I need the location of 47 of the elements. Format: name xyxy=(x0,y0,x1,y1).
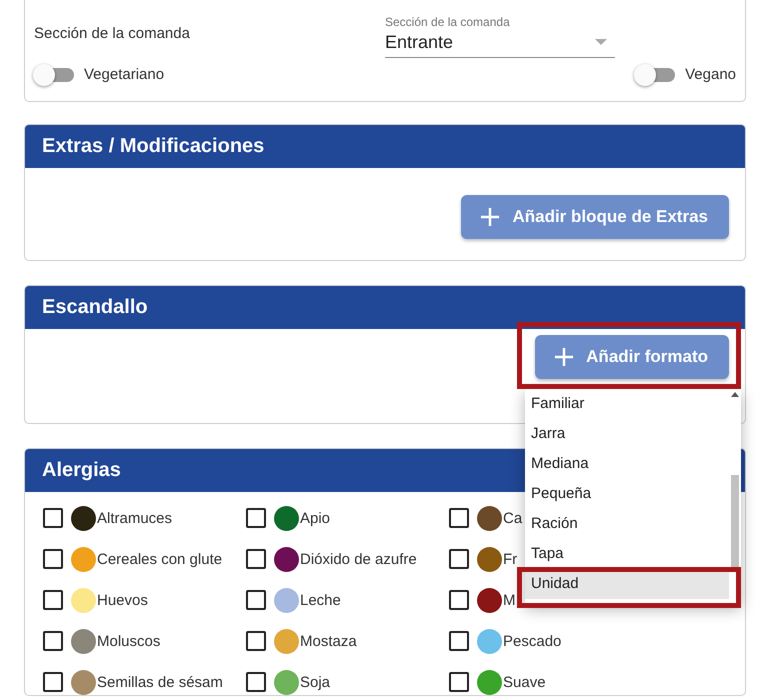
allergen-label: Semillas de sésam xyxy=(97,674,223,690)
allergen-label: Moluscos xyxy=(97,632,160,650)
plus-icon xyxy=(554,347,574,367)
toggle-label: Vegano xyxy=(685,66,736,83)
allergen-label: Leche xyxy=(300,592,341,608)
allergen-label: Pescado xyxy=(503,632,562,650)
section-header: Extras / Modificaciones xyxy=(25,125,745,168)
checkbox[interactable] xyxy=(246,549,266,569)
allergen-label: Mostaza xyxy=(300,632,357,650)
allergen-label: Soja xyxy=(300,674,330,690)
checkbox[interactable] xyxy=(43,672,63,692)
allergen-label: Ca xyxy=(503,510,522,526)
scrollbar-thumb[interactable] xyxy=(731,475,739,570)
checkbox[interactable] xyxy=(246,508,266,528)
checkbox[interactable] xyxy=(449,672,469,692)
section-select[interactable]: Sección de la comanda Entrante xyxy=(385,14,615,58)
scroll-up-icon[interactable] xyxy=(731,392,739,397)
checkbox[interactable] xyxy=(246,631,266,651)
checkbox[interactable] xyxy=(246,672,266,692)
allergen-label: Dióxido de azufre xyxy=(300,550,417,568)
checkbox[interactable] xyxy=(43,631,63,651)
menu-item[interactable]: Tapa xyxy=(525,539,729,569)
checkbox[interactable] xyxy=(449,549,469,569)
allergen-label: Suave xyxy=(503,674,546,690)
checkbox[interactable] xyxy=(449,508,469,528)
allergen-label: Apio xyxy=(300,510,330,526)
allergen-label: M xyxy=(503,592,516,608)
menu-item[interactable]: Jarra xyxy=(525,419,729,449)
caret-icon xyxy=(595,39,607,45)
allergen-label: Altramuces xyxy=(97,510,172,526)
menu-item[interactable]: Unidad xyxy=(525,569,729,599)
menu-item[interactable]: Mediana xyxy=(525,449,729,479)
plus-icon xyxy=(480,207,500,227)
checkbox[interactable] xyxy=(43,508,63,528)
toggle-label: Vegetariano xyxy=(84,66,164,83)
allergen-label: Fr xyxy=(503,550,518,568)
section-header: Escandallo xyxy=(25,286,745,329)
allergen-label: Cereales con glute xyxy=(97,550,222,568)
checkbox[interactable] xyxy=(449,590,469,610)
checkbox[interactable] xyxy=(43,590,63,610)
menu-item[interactable]: Ración xyxy=(525,509,729,539)
checkbox[interactable] xyxy=(449,631,469,651)
field-label: Sección de la comanda xyxy=(34,25,191,42)
menu-item[interactable]: Familiar xyxy=(525,389,729,419)
checkbox[interactable] xyxy=(43,549,63,569)
allergen-label: Huevos xyxy=(97,592,148,608)
checkbox[interactable] xyxy=(246,590,266,610)
